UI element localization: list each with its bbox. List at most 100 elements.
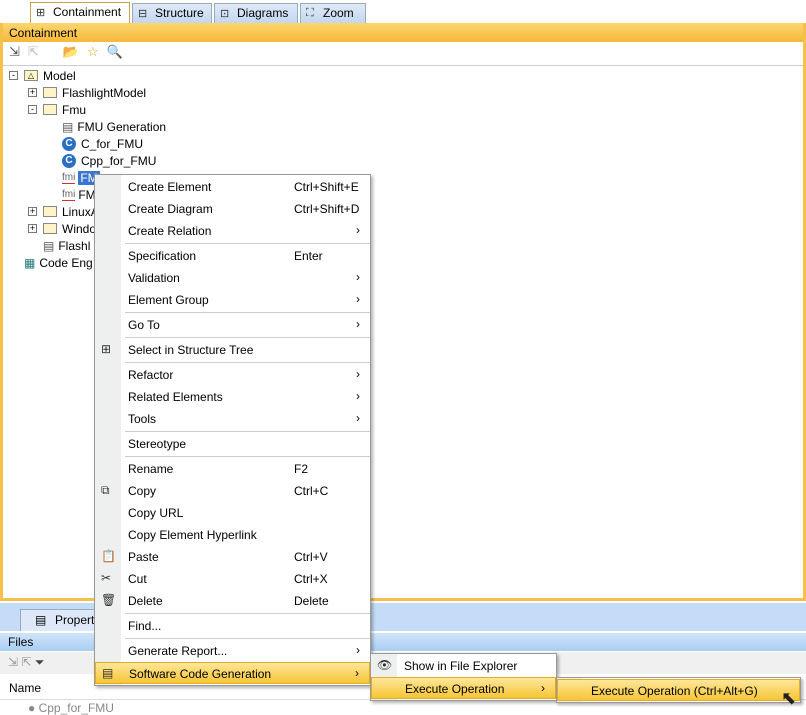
menu-item-create-element[interactable]: Create Element Ctrl+Shift+E: [95, 176, 370, 198]
menu-item-rename[interactable]: Rename F2: [95, 458, 370, 480]
menu-item-shortcut: Enter: [294, 249, 323, 263]
tab-label: Structure: [155, 6, 204, 20]
expand-icon[interactable]: ⇲: [8, 655, 18, 669]
tree-node[interactable]: - △ Model: [9, 67, 76, 84]
menu-item-label: Generate Report...: [128, 644, 228, 658]
menu-item-label: Tools: [128, 412, 157, 426]
menu-item-label: Copy: [128, 484, 157, 498]
menu-item-copy-element-hyperlink[interactable]: Copy Element Hyperlink: [95, 524, 370, 546]
menu-separator: [125, 613, 370, 614]
expand-icon[interactable]: ⇲: [9, 44, 20, 60]
menu-item-go-to[interactable]: Go To ›: [95, 314, 370, 336]
menu-item-execute-operation-ctrl-alt-g[interactable]: Execute Operation (Ctrl+Alt+G): [557, 679, 800, 701]
chevron-right-icon: ›: [356, 223, 360, 237]
menu-item-label: Execute Operation (Ctrl+Alt+G): [591, 684, 758, 698]
tree-node-label: Windo: [62, 221, 97, 236]
menu-item-related-elements[interactable]: Related Elements ›: [95, 386, 370, 408]
menu-item-specification[interactable]: Specification Enter: [95, 245, 370, 267]
menu-item-copy-url[interactable]: Copy URL: [95, 502, 370, 524]
menu-separator: [125, 638, 370, 639]
menu-item-execute-operation[interactable]: Execute Operation ›: [371, 677, 556, 699]
menu-item-shortcut: Ctrl+X: [294, 572, 328, 586]
menu-item-label: Execute Operation: [405, 682, 505, 696]
expand-icon[interactable]: +: [28, 88, 37, 97]
expand-icon[interactable]: +: [28, 207, 37, 216]
chevron-right-icon: ›: [356, 389, 360, 403]
tree-node[interactable]: C C_for_FMU: [62, 135, 143, 152]
tab-zoom[interactable]: ⛶ Zoom: [300, 3, 366, 23]
tab-label: Propert: [55, 613, 95, 627]
tree-node[interactable]: - Fmu: [28, 101, 86, 118]
menu-item-copy[interactable]: ⧉ Copy Ctrl+C: [95, 480, 370, 502]
menu-item-tools[interactable]: Tools ›: [95, 408, 370, 430]
menu-item-validation[interactable]: Validation ›: [95, 267, 370, 289]
file-row[interactable]: ● Cpp_for_FMU: [28, 701, 114, 715]
menu-item-paste[interactable]: 📋 Paste Ctrl+V: [95, 546, 370, 568]
menu-item-label: Create Element: [128, 180, 212, 194]
tree-node[interactable]: C Cpp_for_FMU: [62, 152, 156, 169]
tab-label: Diagrams: [237, 6, 289, 20]
tree-node[interactable]: + LinuxA: [28, 203, 99, 220]
menu-item-software-code-generation[interactable]: ▤ Software Code Generation ›: [95, 662, 370, 684]
c-class-icon: C: [62, 136, 76, 151]
tree-node[interactable]: ▦ Code Eng: [24, 254, 93, 271]
menu-item-refactor[interactable]: Refactor ›: [95, 364, 370, 386]
menu-item-label: Delete: [128, 594, 163, 608]
collapse-icon[interactable]: ⇱: [28, 44, 39, 60]
menu-item-create-relation[interactable]: Create Relation ›: [95, 220, 370, 242]
menu-separator: [125, 362, 370, 363]
open-folder-icon[interactable]: 📂: [63, 44, 79, 60]
search-icon[interactable]: 🔍: [107, 44, 123, 60]
menu-item-create-diagram[interactable]: Create Diagram Ctrl+Shift+D: [95, 198, 370, 220]
collapse-icon[interactable]: -: [28, 105, 37, 114]
menu-item-label: Show in File Explorer: [404, 659, 518, 673]
folder-icon: [43, 206, 57, 217]
menu-item-delete[interactable]: 🗑 Delete Delete: [95, 590, 370, 612]
menu-item-label: Rename: [128, 462, 174, 476]
tree-node[interactable]: ▤ Flashl: [43, 237, 90, 254]
menu-item-generate-report[interactable]: Generate Report... ›: [95, 640, 370, 662]
chevron-right-icon: ›: [541, 681, 545, 695]
tree-node[interactable]: + FlashlightModel: [28, 84, 146, 101]
menu-item-find[interactable]: Find...: [95, 615, 370, 637]
expand-icon[interactable]: +: [28, 224, 37, 233]
document-icon: ▤: [43, 238, 55, 253]
tree-node[interactable]: + Windo: [28, 220, 96, 237]
tab-properties[interactable]: ▤ Propert: [20, 609, 100, 631]
tab-structure[interactable]: ⊟ Structure: [132, 3, 212, 23]
menu-item-shortcut: Ctrl+V: [294, 550, 328, 564]
tab-diagrams[interactable]: ⊡ Diagrams: [214, 3, 298, 23]
menu-item-cut[interactable]: ✂ Cut Ctrl+X: [95, 568, 370, 590]
menu-item-label: Specification: [128, 249, 197, 263]
tree-node[interactable]: fmi FM: [62, 186, 96, 203]
star-icon[interactable]: ☆: [87, 44, 99, 60]
menu-item-stereotype[interactable]: Stereotype: [95, 433, 370, 455]
tree-node[interactable]: ▤ FMU Generation: [62, 118, 166, 135]
panel-toolbar: ⇲ ⇱ 📂 ☆ 🔍: [3, 42, 803, 62]
cut-icon: ✂: [101, 571, 112, 585]
menu-item-label: Cut: [128, 572, 147, 586]
tree-node-label: FMU Generation: [77, 119, 167, 134]
copy-icon: ⧉: [101, 483, 110, 497]
menu-item-label: Element Group: [128, 293, 209, 307]
menu-separator: [125, 312, 370, 313]
menu-item-shortcut: Delete: [294, 594, 329, 608]
menu-item-show-in-file-explorer[interactable]: 👁 Show in File Explorer: [371, 655, 556, 677]
collapse-icon[interactable]: -: [9, 71, 18, 80]
properties-icon: ▤: [35, 613, 47, 627]
diagrams-icon: ⊡: [220, 8, 230, 20]
collapse-icon[interactable]: ⇱: [21, 655, 31, 669]
software-code-generation-submenu: 👁 Show in File Explorer Execute Operation ›: [370, 653, 557, 701]
tree-node-label: Fmu: [62, 102, 86, 117]
tab-containment[interactable]: ⊞ Containment: [30, 2, 130, 23]
document-icon: ▤: [62, 119, 74, 134]
menu-item-element-group[interactable]: Element Group ›: [95, 289, 370, 311]
chevron-right-icon: ›: [356, 643, 360, 657]
menu-item-label: Refactor: [128, 368, 174, 382]
context-menu: Create Element Ctrl+Shift+E Create Diagram…: [94, 174, 371, 686]
tree-node-label: Model: [43, 68, 76, 83]
menu-item-select-in-structure-tree[interactable]: ⊞ Select in Structure Tree: [95, 339, 370, 361]
menu-item-label: Stereotype: [128, 437, 187, 451]
select-in-structure-tree-icon: ⊞: [101, 342, 112, 356]
filter-icon[interactable]: ⏷: [35, 655, 45, 669]
